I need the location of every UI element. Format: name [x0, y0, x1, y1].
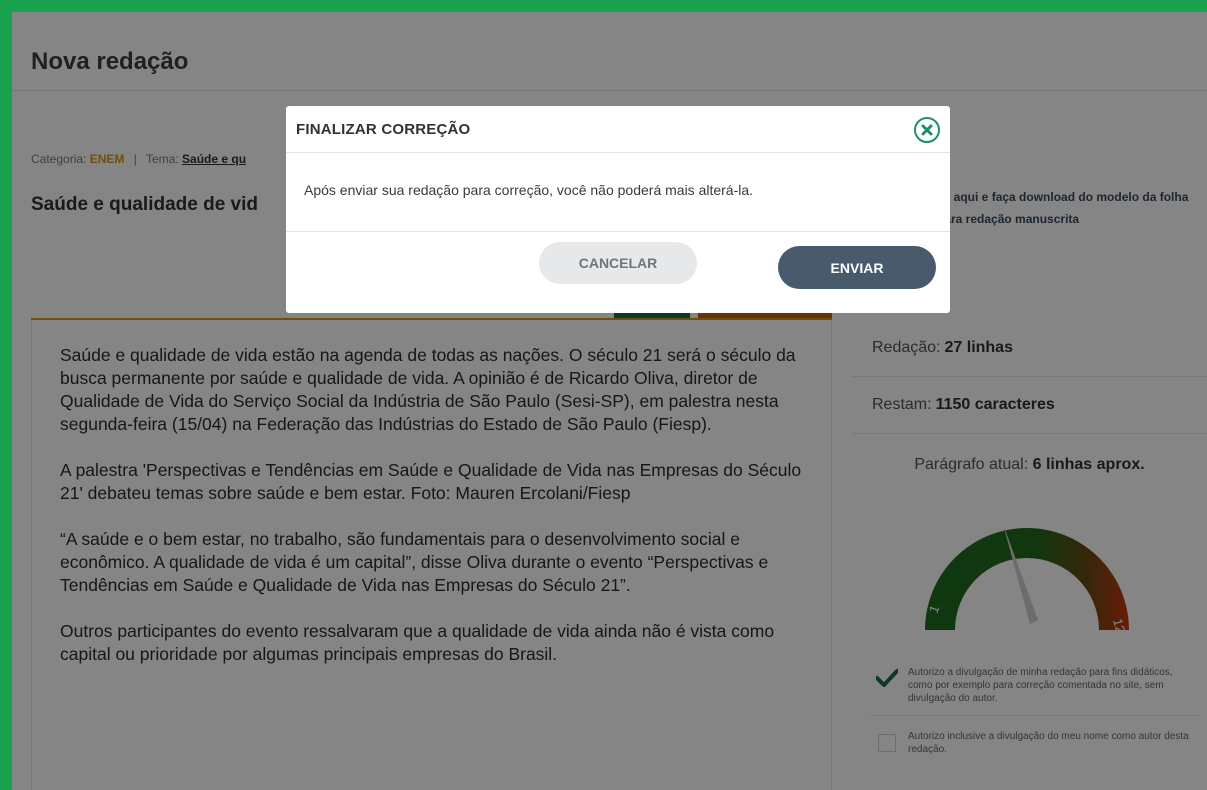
- finalize-dialog: FINALIZAR CORREÇÃO Após enviar sua redaç…: [286, 106, 950, 313]
- dialog-message: Após enviar sua redação para correção, v…: [304, 182, 754, 198]
- cancel-button[interactable]: CANCELAR: [539, 242, 697, 284]
- dialog-header: FINALIZAR CORREÇÃO: [286, 106, 950, 153]
- close-icon[interactable]: [914, 117, 940, 143]
- dialog-title: FINALIZAR CORREÇÃO: [296, 121, 471, 138]
- dialog-body: Após enviar sua redação para correção, v…: [286, 153, 950, 232]
- send-button[interactable]: ENVIAR: [778, 246, 936, 289]
